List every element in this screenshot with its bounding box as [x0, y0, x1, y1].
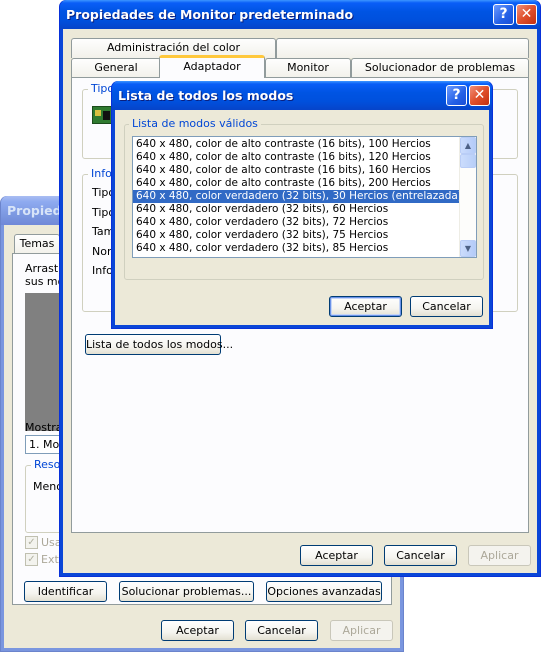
list-item[interactable]: 640 x 480, color de alto contraste (16 b… [133, 177, 459, 190]
tab-monitor[interactable]: Monitor [265, 58, 351, 78]
list-item[interactable]: 640 x 480, color verdadero (32 bits), 75… [133, 229, 459, 242]
modes-list-rows: 640 x 480, color de alto contraste (16 b… [133, 137, 459, 255]
list-item[interactable]: 640 x 480, color verdadero (32 bits), 72… [133, 216, 459, 229]
checkbox-extend-desktop[interactable]: ✓ [25, 553, 38, 566]
monitor-cancel-button[interactable]: Cancelar [384, 545, 457, 566]
monitor-apply-button[interactable]: Aplicar [468, 545, 531, 566]
scroll-up-icon[interactable]: ▲ [460, 137, 476, 154]
list-item[interactable]: 640 x 480, color verdadero (32 bits), 85… [133, 242, 459, 255]
tab-blank[interactable] [276, 38, 529, 58]
tab-adaptador[interactable]: Adaptador [159, 55, 265, 78]
modes-ok-button[interactable]: Aceptar [329, 296, 402, 317]
modes-scrollbar[interactable]: ▲ ▼ [459, 137, 476, 257]
troubleshoot-button[interactable]: Solucionar problemas... [119, 581, 254, 602]
advanced-button[interactable]: Opciones avanzadas [266, 581, 382, 602]
list-all-modes-button[interactable]: Lista de todos los modos... [85, 334, 233, 355]
scroll-thumb[interactable] [460, 154, 476, 168]
display-ok-button[interactable]: Aceptar [161, 620, 234, 641]
modes-cancel-button[interactable]: Cancelar [410, 296, 483, 317]
display-cancel-button[interactable]: Cancelar [245, 620, 318, 641]
display-apply-button[interactable]: Aplicar [330, 620, 393, 641]
tab-solucionador[interactable]: Solucionador de problemas [351, 58, 529, 78]
adapter-card-icon [92, 106, 112, 124]
valid-modes-group-label: Lista de modos válidos [129, 117, 261, 130]
modes-dialog-title: Lista de todos los modos [118, 88, 294, 103]
list-item[interactable]: 640 x 480, color verdadero (32 bits), 30… [133, 190, 459, 203]
tab-temas[interactable]: Temas [14, 234, 60, 254]
modes-help-icon[interactable]: ? [446, 85, 467, 106]
modes-dialog-titlebar[interactable]: Lista de todos los modos ? ✕ [112, 81, 492, 110]
modes-dialog-client: Lista de modos válidos 640 x 480, color … [115, 110, 489, 325]
info-row-bios-info: Info [92, 264, 113, 277]
list-item[interactable]: 640 x 480, color de alto contraste (16 b… [133, 151, 459, 164]
modes-close-icon[interactable]: ✕ [469, 85, 490, 106]
monitor-properties-titlebar[interactable]: Propiedades de Monitor predeterminado ? … [60, 0, 540, 29]
monitor-properties-title: Propiedades de Monitor predeterminado [66, 7, 354, 22]
tab-general[interactable]: General [71, 58, 161, 78]
list-item[interactable]: 640 x 480, color de alto contraste (16 b… [133, 164, 459, 177]
help-icon[interactable]: ? [493, 4, 514, 25]
identify-button[interactable]: Identificar [24, 581, 107, 602]
modes-listbox[interactable]: 640 x 480, color de alto contraste (16 b… [132, 136, 477, 258]
checkbox-use-primary[interactable]: ✓ [25, 536, 38, 549]
monitor-ok-button[interactable]: Aceptar [300, 545, 373, 566]
close-icon[interactable]: ✕ [516, 4, 537, 25]
list-item[interactable]: 640 x 480, color verdadero (32 bits), 60… [133, 203, 459, 216]
scroll-down-icon[interactable]: ▼ [460, 240, 476, 257]
list-item[interactable]: 640 x 480, color de alto contraste (16 b… [133, 138, 459, 151]
modes-dialog: Lista de todos los modos ? ✕ Lista de mo… [111, 81, 493, 329]
